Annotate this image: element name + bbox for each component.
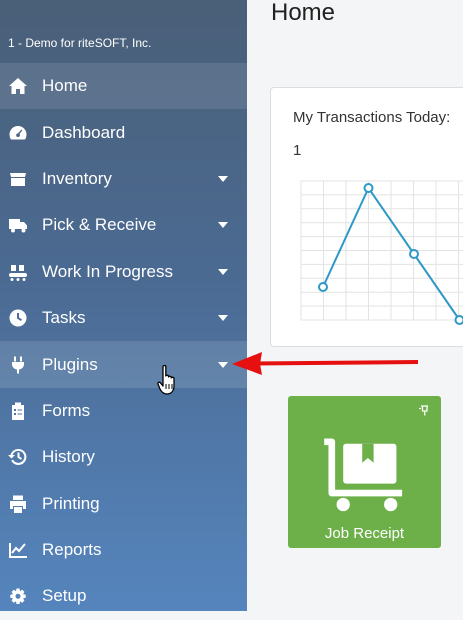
chevron-down-icon[interactable] <box>218 222 228 228</box>
sidebar-item-work-in-progress[interactable]: Work In Progress <box>0 249 247 295</box>
sidebar-item-label: Printing <box>42 494 100 514</box>
sidebar-item-label: Plugins <box>42 355 98 375</box>
clock-icon <box>7 307 29 329</box>
red-arrow-annotation <box>230 350 420 376</box>
data-point <box>410 250 418 258</box>
sidebar-item-label: Work In Progress <box>42 262 173 282</box>
job-receipt-tile[interactable]: Job Receipt <box>288 396 441 548</box>
sidebar-item-label: Inventory <box>42 169 112 189</box>
sidebar: 1 - Demo for riteSOFT, Inc. Home Dashboa… <box>0 0 247 611</box>
sidebar-item-label: Reports <box>42 540 102 560</box>
sidebar-item-forms[interactable]: Forms <box>0 388 247 434</box>
sidebar-item-pick-receive[interactable]: Pick & Receive <box>0 202 247 248</box>
sidebar-item-label: Setup <box>42 586 86 606</box>
company-name: 1 - Demo for riteSOFT, Inc. <box>8 36 151 50</box>
pin-icon[interactable] <box>418 403 432 417</box>
plug-icon <box>7 354 29 376</box>
truck-icon <box>7 214 29 236</box>
chevron-down-icon[interactable] <box>218 176 228 182</box>
sidebar-item-label: Pick & Receive <box>42 215 156 235</box>
printer-icon <box>7 493 29 515</box>
dashboard-gauge-icon <box>7 122 29 144</box>
sidebar-item-printing[interactable]: Printing <box>0 481 247 527</box>
sidebar-item-dashboard[interactable]: Dashboard <box>0 109 247 155</box>
sidebar-item-tasks[interactable]: Tasks <box>0 295 247 341</box>
data-point <box>456 316 463 324</box>
sidebar-item-label: Dashboard <box>42 123 125 143</box>
tile-label: Job Receipt <box>288 525 441 542</box>
main-content: Home My Transactions Today: 1 Job Receip… <box>247 0 463 611</box>
chevron-down-icon[interactable] <box>218 362 228 368</box>
sidebar-item-label: Tasks <box>42 308 85 328</box>
conveyor-icon <box>7 261 29 283</box>
box-icon <box>7 168 29 190</box>
sidebar-item-home[interactable]: Home <box>0 63 247 109</box>
sidebar-item-label: History <box>42 447 95 467</box>
home-icon <box>7 75 29 97</box>
transactions-line-chart <box>271 88 463 346</box>
gear-icon <box>7 585 29 607</box>
transactions-card: My Transactions Today: 1 <box>270 87 463 347</box>
data-point <box>319 283 327 291</box>
sidebar-item-history[interactable]: History <box>0 434 247 480</box>
dolly-box-icon <box>318 438 414 514</box>
data-point <box>365 184 373 192</box>
sidebar-item-reports[interactable]: Reports <box>0 527 247 573</box>
sidebar-item-plugins[interactable]: Plugins <box>0 341 247 387</box>
sidebar-item-label: Home <box>42 76 87 96</box>
chevron-down-icon[interactable] <box>218 269 228 275</box>
sidebar-item-setup[interactable]: Setup <box>0 573 247 619</box>
sidebar-nav: Home Dashboard Inventory Pick & Receive <box>0 63 247 620</box>
page-title: Home <box>271 0 335 27</box>
chevron-down-icon[interactable] <box>218 315 228 321</box>
chart-line-icon <box>7 539 29 561</box>
hand-cursor-icon <box>157 364 183 396</box>
history-icon <box>7 446 29 468</box>
sidebar-item-inventory[interactable]: Inventory <box>0 156 247 202</box>
sidebar-item-label: Forms <box>42 401 90 421</box>
clipboard-icon <box>7 400 29 422</box>
